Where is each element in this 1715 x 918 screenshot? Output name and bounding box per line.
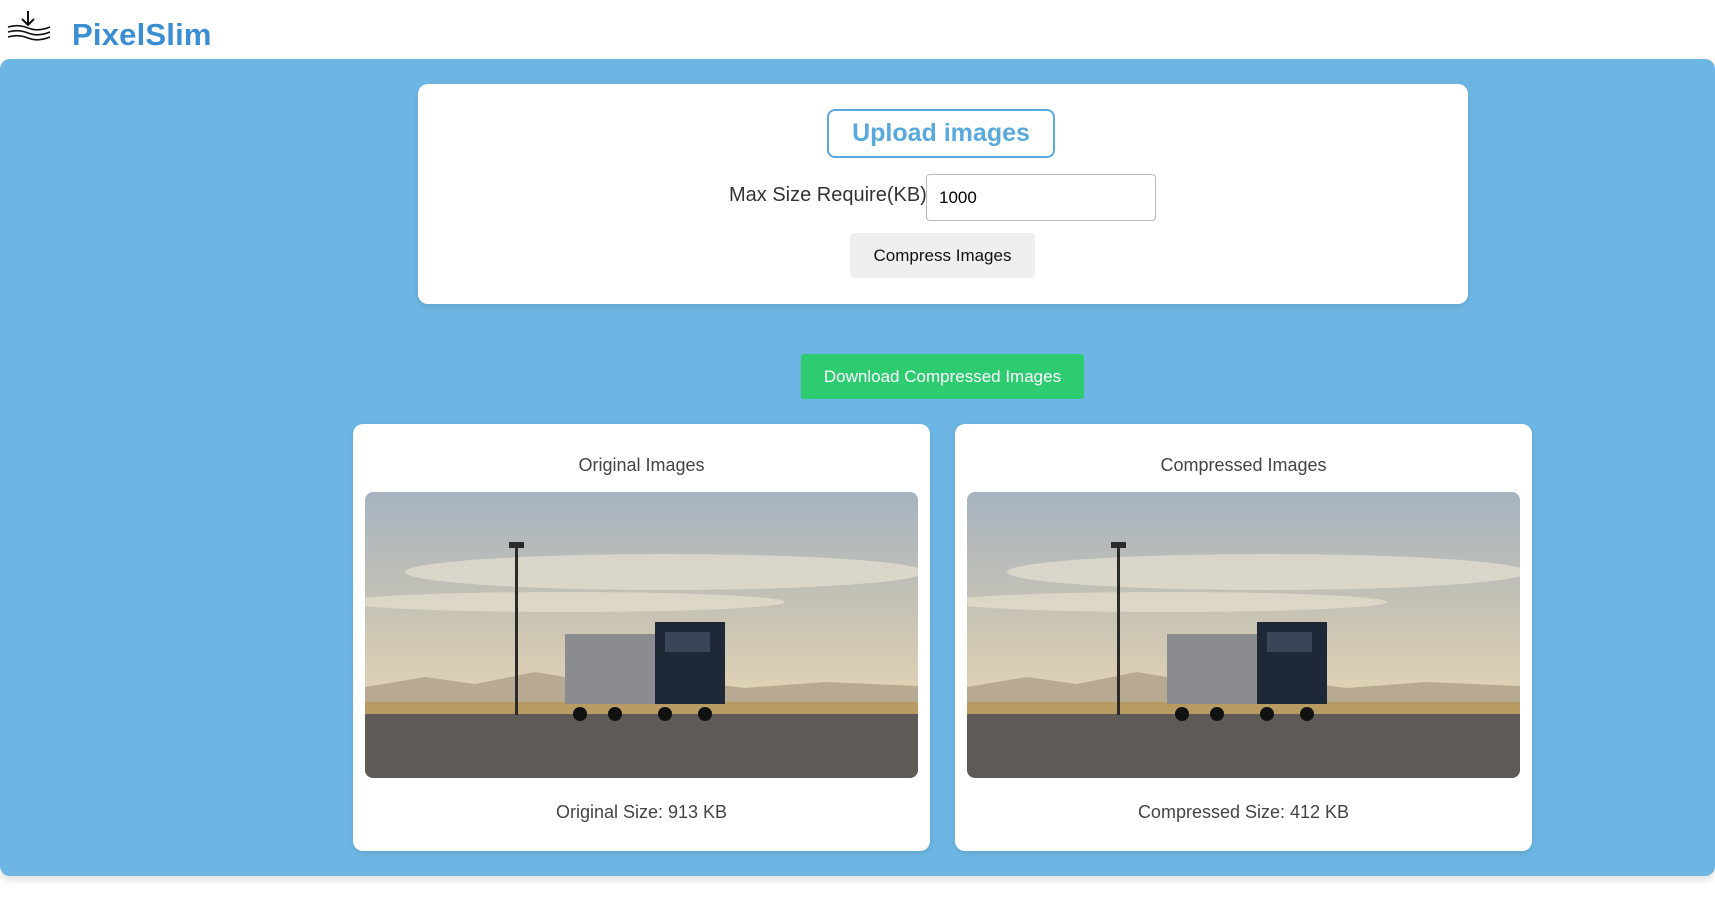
max-size-label: Max Size Require(KB): [729,184,933,206]
original-images-title: Original Images [578,455,705,475]
compressed-image [967,492,1520,778]
original-size-text: Original Size: 913 KB [555,802,728,822]
compressed-size-text: Compressed Size: 412 KB [1137,802,1350,822]
brand-name[interactable]: PixelSlim [72,17,212,53]
original-image [365,492,918,778]
upload-images-button[interactable]: Upload images [827,109,1055,158]
compressed-images-card: Compressed Images Compressed Size: 412 K… [955,424,1532,851]
top-bar: PixelSlim [0,0,1715,59]
compress-download-icon [6,10,52,42]
compress-images-button[interactable]: Compress Images [850,233,1035,278]
download-compressed-button[interactable]: Download Compressed Images [801,354,1084,399]
max-size-input[interactable] [926,174,1156,221]
original-images-card: Original Images Original Size: 913 KB [353,424,930,851]
compressed-images-title: Compressed Images [1160,455,1327,475]
